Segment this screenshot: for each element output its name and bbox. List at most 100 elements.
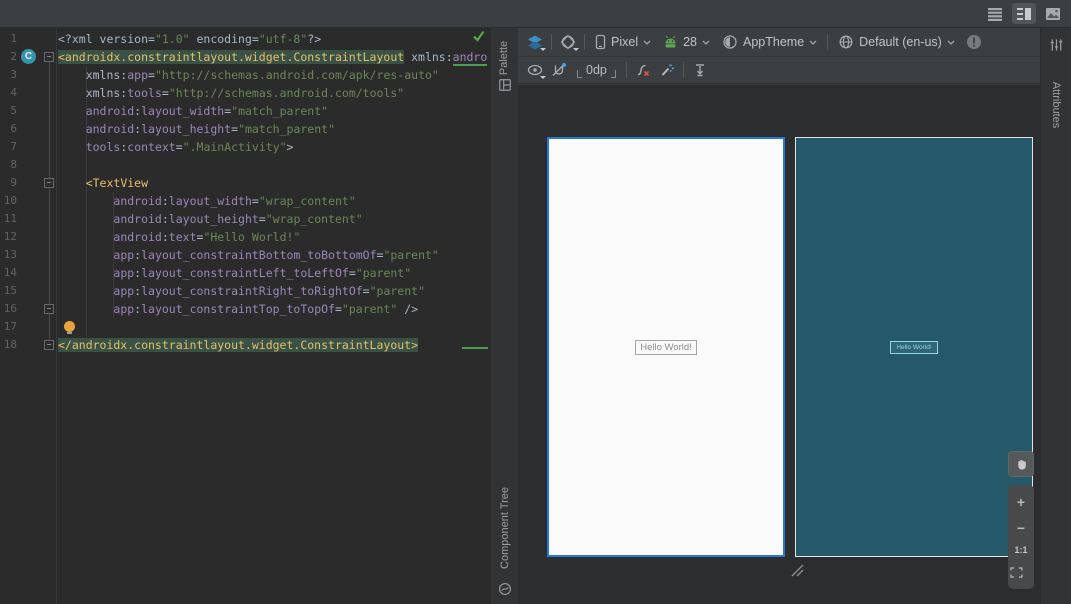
line-number: 5: [0, 102, 17, 120]
canvas-resize-handle[interactable]: [790, 563, 805, 578]
design-view-icon: [1045, 7, 1061, 21]
code-text[interactable]: android:layout_height="wrap_content": [58, 210, 363, 228]
pan-hand-icon: [1014, 457, 1029, 472]
api-level-selector[interactable]: 28: [657, 31, 716, 53]
attributes-tune-icon[interactable]: [1049, 37, 1064, 53]
default-margins-button[interactable]: 0dp: [571, 59, 622, 81]
code-text[interactable]: xmlns:app="http://schemas.android.com/ap…: [58, 66, 439, 84]
zoom-ratio-button[interactable]: 1:1: [1014, 544, 1027, 556]
line-number: 14: [0, 264, 17, 282]
code-text[interactable]: app:layout_constraintRight_toRightOf="pa…: [58, 282, 425, 300]
design-surface-button[interactable]: [523, 31, 547, 53]
code-text[interactable]: <androidx.constraintlayout.widget.Constr…: [58, 48, 487, 66]
code-line[interactable]: 10 android:layout_width="wrap_content": [0, 192, 490, 210]
code-text[interactable]: android:layout_width="match_parent": [58, 102, 328, 120]
pack-button[interactable]: [688, 59, 712, 81]
chevron-down-icon: [573, 48, 579, 51]
class-gutter-icon[interactable]: C: [21, 49, 36, 64]
code-view-button[interactable]: [983, 3, 1007, 24]
issues-icon: [966, 34, 982, 50]
code-line[interactable]: 8: [0, 156, 490, 174]
device-selector[interactable]: Pixel: [589, 31, 657, 53]
toolbar-separator: [683, 62, 684, 78]
design-view-button[interactable]: [1041, 3, 1065, 24]
code-line[interactable]: 9− <TextView: [0, 174, 490, 192]
autoconnect-toggle-button[interactable]: [547, 59, 571, 81]
code-text[interactable]: app:layout_constraintBottom_toBottomOf="…: [58, 246, 439, 264]
margin-bracket: [611, 70, 616, 78]
attributes-tab[interactable]: Attributes: [1049, 72, 1063, 138]
palette-icon[interactable]: [498, 78, 512, 92]
default-margin-value: 0dp: [582, 63, 611, 77]
toolbar-separator: [626, 62, 627, 78]
design-left-stripe: Palette Component Tree: [490, 28, 518, 604]
component-tree-icon[interactable]: [498, 582, 512, 596]
split-view-icon: [1016, 7, 1032, 21]
line-number: 2: [0, 48, 17, 66]
globe-icon: [838, 34, 854, 50]
code-text[interactable]: android:text="Hello World!": [58, 228, 300, 246]
issues-button[interactable]: [962, 31, 986, 53]
locale-selector[interactable]: Default (en-us): [832, 31, 961, 53]
code-line[interactable]: 1<?xml version="1.0" encoding="utf-8"?>: [0, 30, 490, 48]
fold-marker-icon[interactable]: −: [44, 178, 54, 188]
code-line[interactable]: 4 xmlns:tools="http://schemas.android.co…: [0, 84, 490, 102]
zoom-to-fit-button[interactable]: [1010, 562, 1032, 582]
fold-marker-icon[interactable]: −: [44, 340, 54, 350]
zoom-in-button[interactable]: +: [1010, 492, 1032, 512]
chevron-down-icon: [809, 40, 817, 45]
code-line[interactable]: 15 app:layout_constraintRight_toRightOf=…: [0, 282, 490, 300]
code-text[interactable]: <?xml version="1.0" encoding="utf-8"?>: [58, 30, 321, 48]
code-text[interactable]: xmlns:tools="http://schemas.android.com/…: [58, 84, 404, 102]
code-line[interactable]: 5 android:layout_width="match_parent": [0, 102, 490, 120]
line-number: 6: [0, 120, 17, 138]
line-number: 13: [0, 246, 17, 264]
code-line[interactable]: 18−</androidx.constraintlayout.widget.Co…: [0, 336, 490, 354]
code-text[interactable]: <TextView: [58, 174, 148, 192]
quickfix-lightbulb-icon[interactable]: [64, 321, 75, 332]
code-text[interactable]: [58, 318, 75, 336]
view-options-button[interactable]: [523, 59, 547, 81]
design-surface-canvas[interactable]: Hello World! Hello World! + − 1:1: [518, 85, 1040, 604]
component-tree-tab[interactable]: Component Tree: [498, 473, 512, 583]
toolbar-separator: [551, 34, 552, 50]
code-text[interactable]: app:layout_constraintTop_toTopOf="parent…: [58, 300, 418, 318]
code-text[interactable]: android:layout_height="match_parent": [58, 120, 335, 138]
fold-marker-icon[interactable]: −: [44, 52, 54, 62]
code-line[interactable]: 16− app:layout_constraintTop_toTopOf="pa…: [0, 300, 490, 318]
orientation-button[interactable]: [556, 31, 580, 53]
code-text[interactable]: tools:context=".MainActivity">: [58, 138, 293, 156]
design-preview-device[interactable]: Hello World!: [547, 137, 785, 557]
code-line[interactable]: 3 xmlns:app="http://schemas.android.com/…: [0, 66, 490, 84]
theme-selector[interactable]: AppTheme: [716, 31, 823, 53]
code-line[interactable]: 17: [0, 318, 490, 336]
infer-constraints-button[interactable]: [655, 59, 679, 81]
code-line[interactable]: 2C−<androidx.constraintlayout.widget.Con…: [0, 48, 490, 66]
line-number: 3: [0, 66, 17, 84]
code-line[interactable]: 11 android:layout_height="wrap_content": [0, 210, 490, 228]
device-label: Pixel: [611, 35, 638, 49]
code-text[interactable]: </androidx.constraintlayout.widget.Const…: [58, 336, 488, 354]
editor-mode-switcher: [983, 3, 1065, 24]
code-lines: 1<?xml version="1.0" encoding="utf-8"?>2…: [0, 30, 490, 354]
inspection-ok-icon[interactable]: [472, 30, 485, 42]
pan-tool-button[interactable]: [1008, 451, 1034, 477]
code-text[interactable]: app:layout_constraintLeft_toLeftOf="pare…: [58, 264, 411, 282]
code-line[interactable]: 12 android:text="Hello World!": [0, 228, 490, 246]
textview-hello-world-blueprint[interactable]: Hello World!: [890, 341, 937, 354]
fold-marker-icon[interactable]: −: [44, 304, 54, 314]
blueprint-preview-device[interactable]: Hello World!: [795, 137, 1033, 557]
zoom-out-button[interactable]: −: [1010, 518, 1032, 538]
code-line[interactable]: 6 android:layout_height="match_parent": [0, 120, 490, 138]
split-view-button[interactable]: [1012, 3, 1036, 24]
code-line[interactable]: 7 tools:context=".MainActivity">: [0, 138, 490, 156]
clear-constraints-icon: [635, 62, 651, 78]
textview-hello-world[interactable]: Hello World!: [635, 340, 697, 355]
theme-icon: [722, 34, 738, 50]
lint-underline: [462, 347, 488, 349]
code-line[interactable]: 13 app:layout_constraintBottom_toBottomO…: [0, 246, 490, 264]
code-text[interactable]: android:layout_width="wrap_content": [58, 192, 356, 210]
design-panel: Pixel 28 AppTheme: [518, 28, 1040, 604]
clear-constraints-button[interactable]: [631, 59, 655, 81]
code-line[interactable]: 14 app:layout_constraintLeft_toLeftOf="p…: [0, 264, 490, 282]
